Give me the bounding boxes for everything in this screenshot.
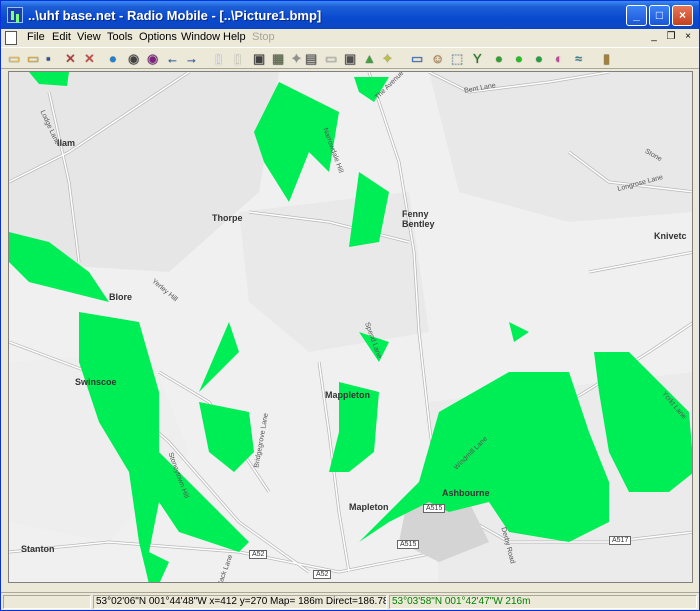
- document-icon[interactable]: ▯: [213, 51, 229, 67]
- map-view[interactable]: Ilam Thorpe Fenny Bentley Knivetc Blore …: [8, 71, 693, 583]
- camera-icon[interactable]: ◉: [126, 51, 142, 67]
- globe-icon[interactable]: ●: [107, 51, 123, 67]
- close-button[interactable]: ×: [672, 5, 693, 26]
- place-label-mappleton: Mappleton: [325, 390, 370, 400]
- menu-file[interactable]: File: [27, 31, 45, 43]
- merge-icon[interactable]: ▦: [270, 51, 286, 67]
- minimize-button[interactable]: _: [626, 5, 647, 26]
- back-arrow-icon[interactable]: ←: [164, 51, 180, 67]
- document-icon[interactable]: [5, 31, 17, 45]
- menu-window[interactable]: Window: [181, 31, 220, 43]
- place-label-ashbourne: Ashbourne: [442, 488, 490, 498]
- status-position: 53°02'06"N 001°44'48"W x=412 y=270 Map= …: [93, 595, 387, 609]
- exit-icon[interactable]: ▮: [601, 51, 617, 67]
- forward-arrow-icon[interactable]: →: [183, 51, 199, 67]
- mdi-minimize-button[interactable]: _: [647, 31, 661, 44]
- network-icon[interactable]: ✕: [63, 51, 79, 67]
- open-folder-icon[interactable]: ▭: [6, 51, 22, 67]
- person-icon[interactable]: ☺: [429, 51, 445, 67]
- window-icon[interactable]: ▭: [409, 51, 425, 67]
- status-bar: 53°02'06"N 001°44'48"W x=412 y=270 Map= …: [1, 592, 699, 610]
- road-shield-a517: A517: [609, 536, 632, 545]
- mdi-close-button[interactable]: ×: [681, 31, 695, 44]
- menu-edit[interactable]: Edit: [52, 31, 71, 43]
- document-edit-icon[interactable]: ▯: [232, 51, 248, 67]
- place-label-swinscoe: Swinscoe: [75, 377, 117, 387]
- road-shield-a52: A52: [313, 570, 332, 579]
- window-title: ..\uhf base.net - Radio Mobile - [..\Pic…: [28, 8, 322, 23]
- target-icon[interactable]: ◉: [145, 51, 161, 67]
- status-empty-segment: [3, 595, 91, 609]
- coverage-icon[interactable]: ✦: [380, 51, 396, 67]
- menu-view[interactable]: View: [77, 31, 101, 43]
- place-label-bentley: Bentley: [402, 219, 435, 229]
- paste-icon[interactable]: ▣: [342, 51, 358, 67]
- map-properties-icon[interactable]: ▲: [361, 51, 377, 67]
- link-icon[interactable]: ✕: [82, 51, 98, 67]
- save-icon[interactable]: ▪: [44, 51, 60, 67]
- menu-help[interactable]: Help: [223, 31, 246, 43]
- menu-tools[interactable]: Tools: [107, 31, 133, 43]
- place-label-blore: Blore: [109, 292, 133, 302]
- application-window: ..\uhf base.net - Radio Mobile - [..\Pic…: [0, 0, 700, 611]
- title-bar[interactable]: ..\uhf base.net - Radio Mobile - [..\Pic…: [1, 1, 699, 29]
- polar-icon[interactable]: ◐: [553, 51, 569, 67]
- radio-mobile-app-icon[interactable]: [7, 7, 23, 23]
- road-shield-a515: A515: [397, 540, 420, 549]
- profile-icon[interactable]: ≈: [573, 51, 589, 67]
- status-cursor: 53°03'58"N 001°42'47"W 216m: [389, 595, 697, 609]
- frame-icon[interactable]: ⬚: [449, 51, 465, 67]
- radar-icon[interactable]: ●: [493, 51, 509, 67]
- mdi-restore-button[interactable]: ❐: [664, 31, 678, 44]
- menu-bar: File Edit View Tools Options Window Help…: [1, 29, 699, 47]
- menu-stop: Stop: [252, 31, 275, 43]
- place-label-mapleton: Mapleton: [349, 502, 389, 512]
- copy-icon[interactable]: ▭: [323, 51, 339, 67]
- coverage-green-icon[interactable]: ●: [513, 51, 529, 67]
- place-label-stanton: Stanton: [21, 544, 55, 554]
- place-label-thorpe: Thorpe: [212, 213, 243, 223]
- menu-options[interactable]: Options: [139, 31, 177, 43]
- maximize-button[interactable]: □: [649, 5, 670, 26]
- save-picture-icon[interactable]: ▣: [251, 51, 267, 67]
- toolbar: ▭ ▭ ▪ ✕ ✕ ● ◉ ◉ ← → ▯ ▯ ▣ ▦ ✦ ▤ ▭ ▣ ▲ ✦ ▭ ☺ ⬚ Y ● ● ● ◐ ≈ ▮: [1, 47, 699, 69]
- coverage-globe-icon[interactable]: ●: [533, 51, 549, 67]
- open-icon[interactable]: ▭: [25, 51, 41, 67]
- road-shield-a52: A52: [249, 550, 268, 559]
- print-icon[interactable]: ▤: [303, 51, 319, 67]
- road-shield-a515: A515: [423, 504, 446, 513]
- place-label-knivetc: Knivetc: [654, 231, 687, 241]
- place-label-fenny: Fenny: [402, 209, 429, 219]
- antenna-icon[interactable]: Y: [471, 51, 487, 67]
